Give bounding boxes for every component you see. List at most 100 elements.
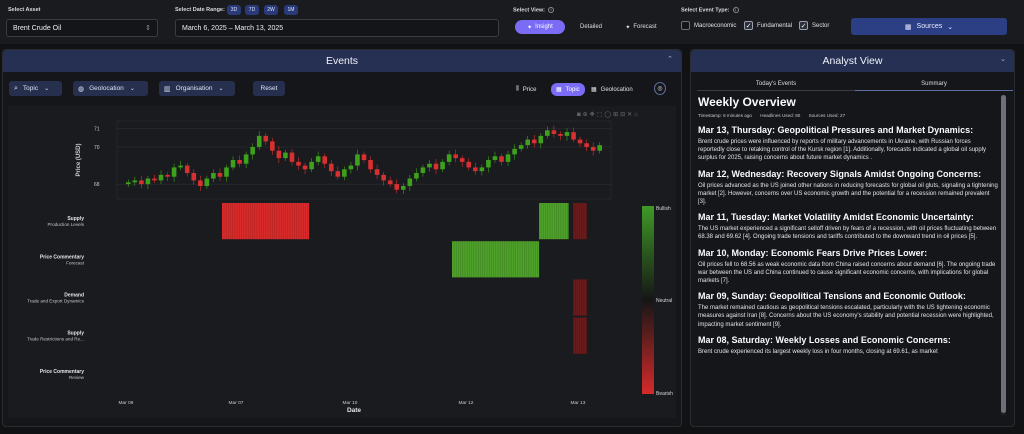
candle-body (165, 174, 170, 177)
candle-body (348, 165, 354, 170)
candle-body (171, 167, 177, 177)
candle-body (571, 132, 576, 140)
candle-body (250, 147, 255, 155)
candle-body (368, 160, 373, 170)
entry-title: Mar 09, Sunday: Geopolitical Tensions an… (698, 291, 966, 302)
scrollbar-thumb[interactable] (1001, 95, 1006, 413)
candle-body (152, 178, 157, 181)
heatmap-row-subcategory: Trade Restrictions and Re... (27, 337, 84, 342)
entry-title: Mar 11, Tuesday: Market Volatility Amids… (698, 212, 974, 223)
candle-body (387, 180, 393, 185)
candle-body (505, 154, 511, 162)
candle-body (230, 160, 236, 168)
colorbar-mid-label: Neutral (656, 298, 672, 304)
candle-body (453, 154, 458, 159)
candle-body (531, 139, 537, 144)
candle-body (577, 139, 583, 144)
candle-body (132, 180, 138, 183)
candle-body (237, 160, 242, 164)
candle-body (512, 148, 517, 155)
heatmap-row-subcategory: Production Levels (47, 222, 84, 227)
summary-scrollbar[interactable] (1001, 95, 1006, 415)
summary-entries: Mar 13, Thursday: Geopolitical Pressures… (698, 125, 998, 356)
candle-body (191, 173, 197, 181)
entry-title: Mar 08, Saturday: Weekly Losses and Econ… (698, 334, 951, 345)
y-tick-label: 70 (94, 145, 100, 151)
candle-body (335, 171, 341, 177)
entry-title: Mar 12, Wednesday: Recovery Signals Amid… (698, 168, 982, 179)
summary-entry: Mar 13, Thursday: Geopolitical Pressures… (698, 125, 998, 163)
summary-entry: Mar 10, Monday: Economic Fears Drive Pri… (698, 248, 998, 286)
tab-todays-events[interactable]: Today's Events (697, 78, 855, 91)
tab-summary[interactable]: Summary (855, 78, 1013, 91)
candle-body (466, 161, 472, 168)
colorbar (642, 206, 654, 394)
entry-body: Oil prices fell to 68.56 as weak economi… (698, 261, 996, 285)
candle-body (518, 145, 524, 149)
summary-heading: Weekly Overview (698, 95, 796, 109)
y-axis-title: Price (USD) (76, 143, 82, 176)
y-tick-label: 71 (94, 126, 100, 132)
entry-body: Oil prices advanced as the US joined oth… (698, 182, 998, 206)
candle-body (158, 174, 164, 181)
candle-body (473, 167, 478, 172)
analyst-panel-header: Analyst View ⌄ (691, 50, 1014, 72)
candle-body (198, 180, 203, 186)
candle-body (204, 178, 210, 186)
candle-body (414, 173, 419, 179)
entry-body: Brent crude prices were influenced by re… (698, 139, 987, 162)
candle-body (545, 130, 550, 136)
candle-body (328, 163, 334, 172)
entry-title: Mar 13, Thursday: Geopolitical Pressures… (698, 125, 974, 135)
candle-body (184, 165, 190, 173)
candle-body (374, 169, 380, 175)
heatmap-cell (573, 317, 587, 354)
x-tick-label: Mar 06 (119, 400, 134, 406)
analyst-title: Analyst View (822, 55, 883, 67)
heatmap-cell (222, 203, 310, 240)
summary-entry: Mar 11, Tuesday: Market Volatility Amids… (698, 212, 998, 241)
candle-body (459, 158, 465, 162)
candle-body (283, 152, 288, 159)
candle-body (420, 167, 426, 173)
x-tick-label: Mar 12 (459, 400, 474, 406)
candle-body (440, 161, 445, 170)
candle-body (499, 156, 504, 162)
candle-body (322, 156, 328, 164)
candle-body (256, 135, 262, 147)
candle-body (139, 180, 144, 185)
candle-body (355, 154, 360, 166)
candle-body (224, 167, 229, 177)
x-tick-label: Mar 10 (343, 400, 358, 406)
entry-title: Mar 10, Monday: Economic Fears Drive Pri… (698, 247, 928, 258)
heatmap-cell (573, 203, 587, 240)
candle-body (211, 173, 216, 179)
summary-content: Weekly Overview Timestamp: 6 minutes ago… (698, 95, 998, 415)
candle-body (361, 154, 367, 160)
candle-body (400, 186, 406, 190)
heatmap-cell (452, 241, 540, 278)
heatmap-row-subcategory: Trade and Export Dynamics (27, 299, 84, 304)
entry-body: Brent crude experienced its largest week… (698, 348, 938, 355)
candle-body (597, 145, 603, 151)
candle-body (538, 135, 544, 144)
candle-body (276, 150, 282, 159)
candle-body (427, 163, 432, 168)
collapse-icon[interactable]: ⌄ (1000, 55, 1006, 63)
candle-body (296, 161, 301, 166)
candle-body (125, 182, 131, 185)
entry-body: The US market experienced a significant … (698, 226, 997, 241)
candle-body (446, 154, 452, 162)
entry-body: The market remained cautious as geopolit… (698, 305, 994, 328)
candle-body (302, 165, 308, 170)
x-tick-label: Mar 07 (229, 400, 244, 406)
candle-body (558, 134, 563, 136)
timestamp: Timestamp: 6 minutes ago (698, 113, 752, 118)
heatmap-cell (539, 203, 569, 240)
candle-body (564, 132, 570, 136)
candle-body (394, 184, 400, 190)
candle-body (289, 152, 295, 162)
colorbar-bottom-label: Bearish (656, 391, 673, 397)
summary-entry: Mar 09, Sunday: Geopolitical Tensions an… (698, 291, 998, 329)
candle-body (315, 156, 321, 162)
